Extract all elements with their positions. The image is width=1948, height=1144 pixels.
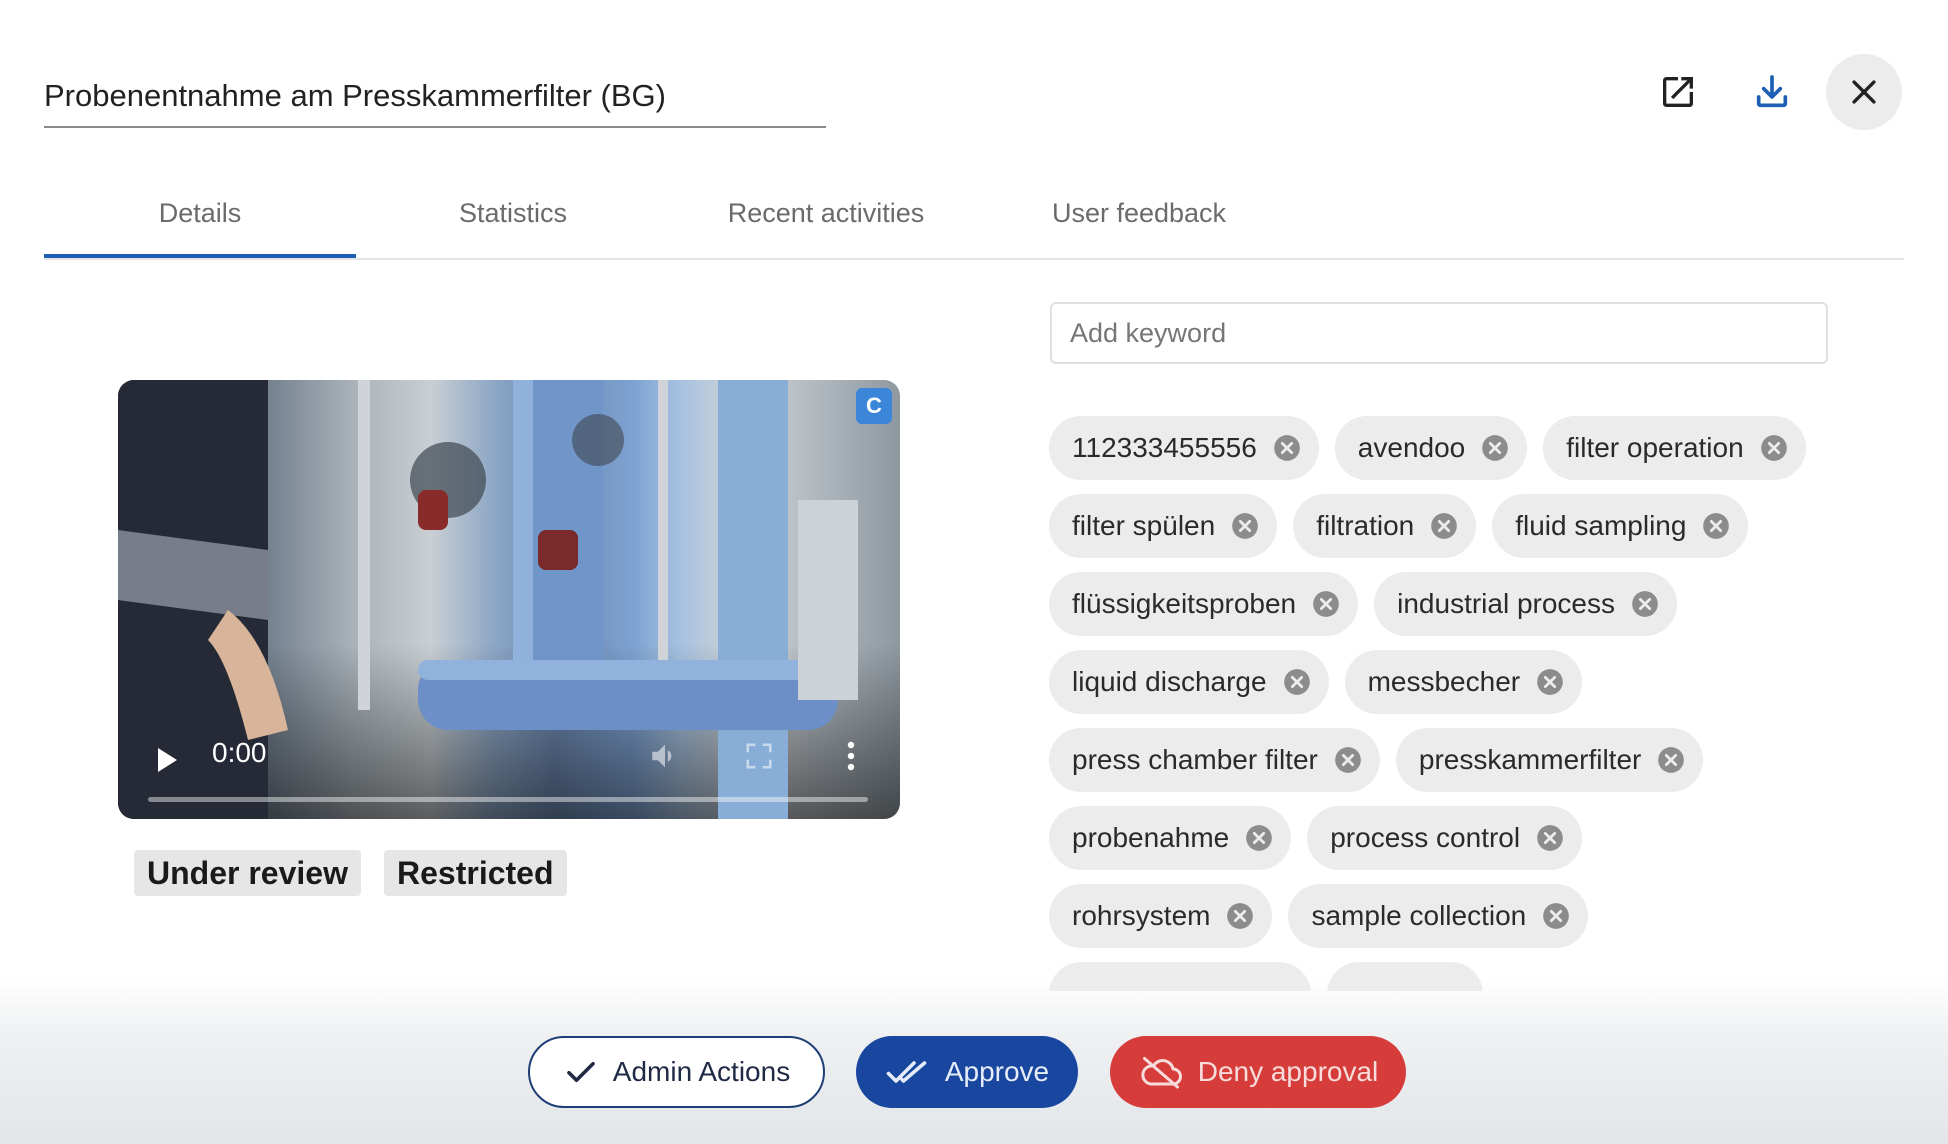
deny-approval-button[interactable]: Deny approval (1110, 1036, 1406, 1108)
keyword-chip: press chamber filter (1049, 728, 1380, 792)
keyword-label: filter operation (1566, 432, 1744, 463)
more-vert-icon[interactable] (846, 739, 856, 773)
keyword-chip: presskammerfilter (1395, 728, 1704, 792)
watermark-badge: C (856, 388, 892, 424)
keyword-label: flüssigkeitsproben (1072, 588, 1297, 619)
keyword-label: presskammerfilter (1418, 744, 1642, 775)
approve-label: Approve (944, 1056, 1050, 1087)
keyword-chip: rohrsystem (1049, 884, 1273, 948)
video-time: 0:00 (212, 737, 267, 768)
check-icon (566, 1061, 595, 1083)
keyword-label: avendoo (1357, 432, 1466, 463)
remove-keyword-icon[interactable] (1273, 434, 1301, 462)
remove-keyword-icon[interactable] (1283, 668, 1311, 696)
keyword-chip: process control (1307, 806, 1583, 870)
keyword-chip: filtration (1293, 494, 1477, 558)
keyword-chip: 112333455556 (1049, 416, 1319, 480)
keyword-label: probenahme (1072, 822, 1230, 853)
tab-details[interactable]: Details (44, 180, 356, 258)
keyword-chip: flüssigkeitsproben (1049, 572, 1359, 636)
remove-keyword-icon[interactable] (1430, 512, 1458, 540)
keyword-chip: messbecher (1344, 650, 1583, 714)
keyword-chip: liquid discharge (1049, 650, 1329, 714)
keyword-label: press chamber filter (1072, 744, 1318, 775)
remove-keyword-icon[interactable] (1657, 746, 1685, 774)
close-button[interactable] (1826, 54, 1902, 130)
double-check-icon (886, 1061, 927, 1083)
remove-keyword-icon[interactable] (1312, 590, 1340, 618)
approve-button[interactable]: Approve (856, 1036, 1078, 1108)
status-badge-review: Under review (134, 850, 361, 896)
keyword-chip: avendoo (1334, 416, 1528, 480)
open-external-button[interactable] (1640, 54, 1716, 130)
keyword-label: liquid discharge (1072, 666, 1267, 697)
keyword-chip: filter operation (1543, 416, 1806, 480)
tab-bar: Details Statistics Recent activities Use… (44, 180, 1904, 260)
keyword-chip-list: 112333455556 avendoo filter operation fi… (1049, 416, 1909, 991)
keyword-chip: sample collection (1288, 884, 1589, 948)
play-icon[interactable] (154, 745, 180, 775)
remove-keyword-icon[interactable] (1631, 590, 1659, 618)
video-controls: 0:00 (118, 709, 900, 819)
keyword-label: process control (1330, 822, 1521, 853)
deny-approval-label: Deny approval (1197, 1056, 1379, 1087)
tab-user-feedback[interactable]: User feedback (983, 180, 1295, 258)
cloud-off-icon (1141, 1057, 1182, 1089)
download-button[interactable] (1734, 54, 1810, 130)
remove-keyword-icon[interactable] (1760, 434, 1788, 462)
video-player[interactable]: C 0:00 (118, 380, 900, 819)
remove-keyword-icon[interactable] (1334, 746, 1362, 774)
video-progress-bar[interactable] (148, 797, 868, 802)
keyword-chip: filter spülen (1049, 494, 1278, 558)
admin-actions-label: Admin Actions (612, 1056, 791, 1087)
volume-icon[interactable] (648, 739, 682, 773)
remove-keyword-icon[interactable] (1245, 824, 1273, 852)
remove-keyword-icon[interactable] (1231, 512, 1259, 540)
download-icon (1756, 75, 1788, 108)
keyword-label: messbecher (1367, 666, 1521, 697)
keyword-chip: probenahme (1049, 806, 1292, 870)
status-badge-restricted: Restricted (384, 850, 567, 896)
tab-recent-activities[interactable]: Recent activities (670, 180, 982, 258)
admin-actions-button[interactable]: Admin Actions (528, 1036, 825, 1108)
keyword-label: rohrsystem (1072, 900, 1211, 931)
remove-keyword-icon[interactable] (1536, 824, 1564, 852)
keyword-label: industrial process (1397, 588, 1615, 619)
remove-keyword-icon[interactable] (1536, 668, 1564, 696)
remove-keyword-icon[interactable] (1702, 512, 1730, 540)
tab-statistics[interactable]: Statistics (357, 180, 669, 258)
keyword-label: 112333455556 (1072, 432, 1257, 463)
keyword-label: sample collection (1311, 900, 1527, 931)
close-icon (1852, 80, 1876, 104)
fullscreen-icon[interactable] (744, 741, 774, 771)
keyword-label: filtration (1316, 510, 1415, 541)
title-field[interactable]: Probenentnahme am Presskammerfilter (BG) (44, 70, 826, 128)
remove-keyword-icon[interactable] (1481, 434, 1509, 462)
open-external-icon (1663, 77, 1693, 107)
remove-keyword-icon[interactable] (1542, 902, 1570, 930)
remove-keyword-icon[interactable] (1226, 902, 1254, 930)
add-keyword-input[interactable] (1050, 302, 1828, 364)
keyword-chip: fluid sampling (1492, 494, 1749, 558)
keyword-label: fluid sampling (1515, 510, 1687, 541)
page-title: Probenentnahme am Presskammerfilter (BG) (44, 78, 666, 113)
keyword-chip: industrial process (1374, 572, 1677, 636)
keyword-label: filter spülen (1072, 510, 1216, 541)
